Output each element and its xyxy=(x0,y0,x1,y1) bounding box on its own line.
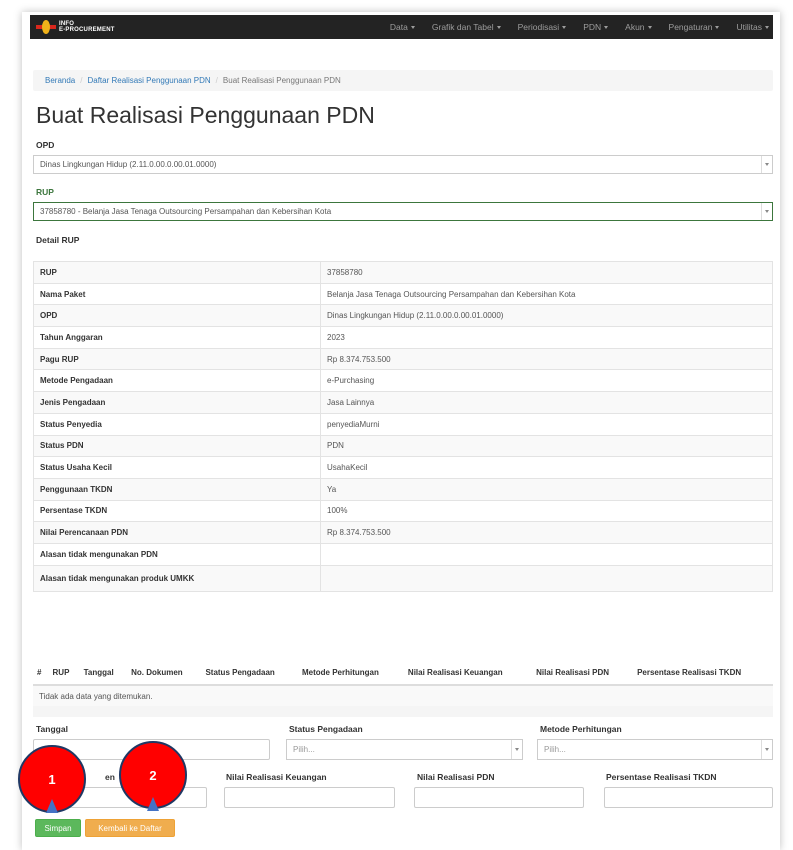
dropdown-arrow-icon xyxy=(761,156,772,173)
nilai-pdn-label: Nilai Realisasi PDN xyxy=(417,772,495,782)
annotation-pointer-1 xyxy=(46,799,58,813)
empty-message: Tidak ada data yang ditemukan. xyxy=(33,685,773,706)
top-navbar: INFO E-PROCUREMENT Data Grafik dan Tabel… xyxy=(30,15,773,39)
nav-item-pdn[interactable]: PDN xyxy=(583,22,609,32)
nav-item-akun[interactable]: Akun xyxy=(625,22,652,32)
table-row: Status Penyedia penyediaMurni xyxy=(33,412,773,436)
breadcrumb: Beranda / Daftar Realisasi Penggunaan PD… xyxy=(33,70,773,91)
chevron-down-icon xyxy=(647,26,652,30)
no-dokumen-label: en xyxy=(105,772,115,782)
nav-item-pengaturan[interactable]: Pengaturan xyxy=(669,22,720,32)
breadcrumb-daftar[interactable]: Daftar Realisasi Penggunaan PDN xyxy=(87,76,210,85)
table-row: OPD Dinas Lingkungan Hidup (2.11.0.00.0.0… xyxy=(33,304,773,328)
nav-item-periodisasi[interactable]: Periodisasi xyxy=(518,22,567,32)
rup-label: RUP xyxy=(36,187,54,197)
table-row: Status PDN PDN xyxy=(33,434,773,458)
annotation-pointer-2 xyxy=(147,797,159,811)
column-header[interactable]: Tanggal xyxy=(79,661,128,686)
table-row: Nama Paket Belanja Jasa Tenaga Outsourcin… xyxy=(33,282,773,306)
nav-item-grafik[interactable]: Grafik dan Tabel xyxy=(432,22,501,32)
chevron-down-icon xyxy=(715,26,720,30)
rup-select[interactable]: 37858780 - Belanja Jasa Tenaga Outsourci… xyxy=(33,202,773,221)
table-row: Nilai Perencanaan PDN Rp 8.374.753.500 xyxy=(33,521,773,544)
table-row: Pagu RUP Rp 8.374.753.500 xyxy=(33,347,773,371)
breadcrumb-beranda[interactable]: Beranda xyxy=(45,76,75,85)
table-row: Status Usaha Kecil UsahaKecil xyxy=(33,456,773,479)
brand-line-2: E-PROCUREMENT xyxy=(59,27,115,33)
table-row: Metode Pengadaan e-Purchasing xyxy=(33,369,773,393)
metode-perhitungan-label: Metode Perhitungan xyxy=(540,724,622,734)
chevron-down-icon xyxy=(410,26,415,30)
column-header[interactable]: Metode Perhitungan xyxy=(297,661,404,686)
column-header[interactable]: Nilai Realisasi PDN xyxy=(532,661,634,686)
realisasi-list-table: # RUP Tanggal No. Dokumen Status Pengada… xyxy=(33,661,773,717)
status-pengadaan-label: Status Pengadaan xyxy=(289,724,363,734)
table-row: Penggunaan TKDN Ya xyxy=(33,477,773,501)
table-row: Tahun Anggaran 2023 xyxy=(33,326,773,349)
table-row: Alasan tidak mengunakan PDN xyxy=(33,542,773,566)
column-header[interactable]: # xyxy=(33,661,49,686)
dropdown-arrow-icon xyxy=(511,740,522,759)
nav-item-data[interactable]: Data xyxy=(390,22,415,32)
table-row: Jenis Pengadaan Jasa Lainnya xyxy=(33,391,773,414)
logo-icon xyxy=(36,20,56,34)
nilai-keuangan-label: Nilai Realisasi Keuangan xyxy=(226,772,327,782)
page-container: INFO E-PROCUREMENT Data Grafik dan Tabel… xyxy=(18,12,780,850)
column-header[interactable]: Nilai Realisasi Keuangan xyxy=(403,661,533,686)
brand-logo[interactable]: INFO E-PROCUREMENT xyxy=(30,15,115,39)
metode-perhitungan-select[interactable]: Pilih... xyxy=(537,739,773,760)
column-header[interactable]: RUP xyxy=(48,661,80,686)
table-row: Persentase TKDN 100% xyxy=(33,499,773,523)
chevron-down-icon xyxy=(765,26,769,30)
kembali-ke-daftar-button[interactable]: Kembali ke Daftar xyxy=(85,819,175,837)
opd-select[interactable]: Dinas Lingkungan Hidup (2.11.0.00.0.00.0… xyxy=(33,155,773,174)
nilai-keuangan-input[interactable] xyxy=(224,787,395,808)
detail-rup-label: Detail RUP xyxy=(36,235,80,245)
persentase-tkdn-input[interactable] xyxy=(604,787,773,808)
chevron-down-icon xyxy=(604,26,609,30)
status-pengadaan-select[interactable]: Pilih... xyxy=(286,739,523,760)
breadcrumb-current: Buat Realisasi Penggunaan PDN xyxy=(222,76,341,85)
nilai-pdn-input[interactable] xyxy=(414,787,584,808)
table-row: Tidak ada data yang ditemukan. xyxy=(33,685,773,706)
page-title: Buat Realisasi Penggunaan PDN xyxy=(36,102,375,128)
nav-item-utilitas[interactable]: Utilitas xyxy=(736,22,769,32)
chevron-down-icon xyxy=(562,26,567,30)
table-row: RUP 37858780 xyxy=(33,261,773,284)
tanggal-label: Tanggal xyxy=(36,724,68,734)
persentase-tkdn-label: Persentase Realisasi TKDN xyxy=(606,772,717,782)
simpan-button[interactable]: Simpan xyxy=(35,819,81,837)
column-header[interactable]: No. Dokumen xyxy=(127,661,202,686)
column-header[interactable]: Status Pengadaan xyxy=(201,661,298,686)
table-row: Alasan tidak mengunakan produk UMKK xyxy=(33,564,773,592)
opd-label: OPD xyxy=(36,140,55,150)
detail-rup-table: RUP 37858780 Nama Paket Belanja Jasa Tenag… xyxy=(33,261,773,592)
chevron-down-icon xyxy=(496,26,501,30)
dropdown-arrow-icon xyxy=(761,740,772,759)
dropdown-arrow-icon xyxy=(761,203,772,220)
nav-menu: Data Grafik dan Tabel Periodisasi PDN Ak… xyxy=(373,15,769,39)
column-header[interactable]: Persentase Realisasi TKDN xyxy=(633,661,773,686)
